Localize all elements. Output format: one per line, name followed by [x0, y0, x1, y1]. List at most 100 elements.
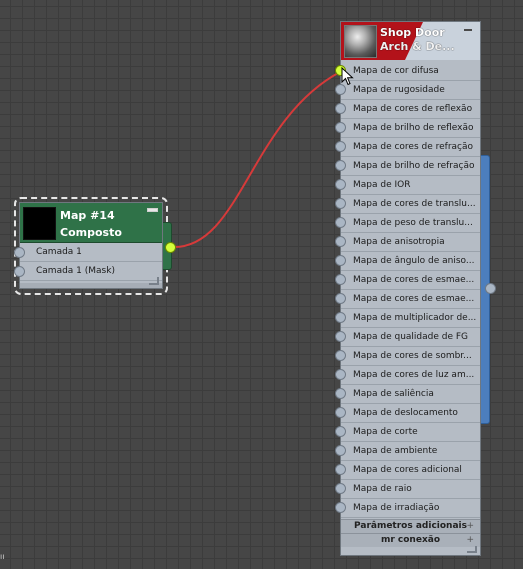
material-slot-label: Mapa de corte: [353, 427, 418, 437]
material-node[interactable]: Shop Door Arch & De... Mapa de cor difus…: [340, 21, 481, 556]
material-input-socket[interactable]: [335, 217, 346, 228]
material-slot[interactable]: Mapa de brilho de reflexão: [341, 119, 480, 138]
map-node-body[interactable]: Map #14 Composto Camada 1 Camada 1 (Mask…: [19, 202, 163, 289]
map-slot[interactable]: Camada 1 (Mask): [20, 262, 162, 281]
material-slot-label: Mapa de cores de luz am...: [353, 370, 475, 380]
material-slot-label: Mapa de raio: [353, 484, 412, 494]
material-node-header[interactable]: Shop Door Arch & De...: [341, 22, 480, 60]
map-title-line1: Map #14: [60, 209, 115, 222]
material-slot-label: Mapa de ambiente: [353, 446, 438, 456]
material-slot[interactable]: Mapa de anisotropia: [341, 233, 480, 252]
map-output-socket[interactable]: [165, 242, 176, 253]
material-input-socket[interactable]: [335, 502, 346, 513]
material-input-socket[interactable]: [335, 483, 346, 494]
material-slot[interactable]: Mapa de cores de refração: [341, 138, 480, 157]
material-slot[interactable]: Mapa de cores de luz am...: [341, 366, 480, 385]
rollout-mr-connection[interactable]: mr conexão +: [341, 533, 480, 547]
material-slot[interactable]: Mapa de deslocamento: [341, 404, 480, 423]
material-slot[interactable]: Mapa de raio: [341, 480, 480, 499]
material-input-socket[interactable]: [335, 388, 346, 399]
material-slot[interactable]: Mapa de corte: [341, 423, 480, 442]
material-slot[interactable]: Mapa de cores adicional: [341, 461, 480, 480]
material-slot-label: Mapa de qualidade de FG: [353, 332, 469, 342]
material-input-socket[interactable]: [335, 445, 346, 456]
material-slot[interactable]: Mapa de cores de esmae...: [341, 290, 480, 309]
material-slot[interactable]: Mapa de rugosidade: [341, 81, 480, 100]
map-slot[interactable]: Camada 1: [20, 243, 162, 262]
resize-grip-icon[interactable]: [467, 546, 477, 553]
material-input-socket[interactable]: [335, 331, 346, 342]
rollout-additional-params[interactable]: Parâmetros adicionais +: [341, 519, 480, 533]
material-input-socket[interactable]: [335, 350, 346, 361]
material-slot-label: Mapa de irradiação: [353, 503, 440, 513]
material-slot[interactable]: Mapa de qualidade de FG: [341, 328, 480, 347]
material-slot[interactable]: Mapa de cores de translu...: [341, 195, 480, 214]
material-slot-label: Mapa de cor difusa: [353, 66, 439, 76]
material-slot-label: Mapa de cores de translu...: [353, 199, 476, 209]
rollout-label: mr conexão: [380, 535, 441, 545]
material-slot-label: Mapa de deslocamento: [353, 408, 458, 418]
material-slot-label: Mapa de cores de esmae...: [353, 294, 475, 304]
material-slot[interactable]: Mapa de irradiação: [341, 499, 480, 518]
material-input-socket[interactable]: [335, 236, 346, 247]
material-slot-label: Mapa de multiplicador de...: [353, 313, 477, 323]
resize-grip-icon[interactable]: [149, 277, 159, 285]
material-slot-label: Mapa de IOR: [353, 180, 411, 190]
material-slot[interactable]: Mapa de cores de sombr...: [341, 347, 480, 366]
corner-mark: ıı: [0, 552, 5, 561]
material-slot[interactable]: Mapa de cores de reflexão: [341, 100, 480, 119]
material-slot-label: Mapa de brilho de reflexão: [353, 123, 474, 133]
material-input-socket[interactable]: [335, 274, 346, 285]
material-slot-label: Mapa de saliência: [353, 389, 434, 399]
map-node-title: Map #14 Composto: [60, 207, 150, 241]
material-slot[interactable]: Mapa de ambiente: [341, 442, 480, 461]
material-slot[interactable]: Mapa de cores de esmae...: [341, 271, 480, 290]
material-slot-label: Mapa de cores de sombr...: [353, 351, 472, 361]
material-input-socket[interactable]: [335, 255, 346, 266]
material-input-socket[interactable]: [335, 312, 346, 323]
material-slot-label: Mapa de anisotropia: [353, 237, 445, 247]
material-input-socket[interactable]: [335, 179, 346, 190]
material-input-socket[interactable]: [335, 293, 346, 304]
material-input-socket[interactable]: [335, 426, 346, 437]
material-input-socket[interactable]: [335, 198, 346, 209]
material-input-socket[interactable]: [335, 407, 346, 418]
material-slot-label: Mapa de ângulo de aniso...: [353, 256, 475, 266]
material-slot-label: Mapa de cores de esmae...: [353, 275, 475, 285]
minimize-button[interactable]: [147, 208, 158, 212]
material-title-line2: Arch & De...: [380, 40, 455, 53]
plus-icon: +: [466, 521, 474, 531]
material-slot-label: Mapa de brilho de refração: [353, 161, 475, 171]
material-slot[interactable]: Mapa de brilho de refração: [341, 157, 480, 176]
material-slot[interactable]: Mapa de cor difusa: [341, 62, 480, 81]
material-input-socket[interactable]: [335, 464, 346, 475]
map-node-footer: [20, 283, 162, 288]
map-node[interactable]: Map #14 Composto Camada 1 Camada 1 (Mask…: [14, 197, 172, 295]
map-slot-label: Camada 1 (Mask): [36, 266, 115, 276]
material-slot-label: Mapa de cores adicional: [353, 465, 462, 475]
mouse-cursor-icon: [341, 67, 354, 86]
rollout-label: Parâmetros adicionais: [354, 521, 467, 531]
material-input-socket[interactable]: [335, 103, 346, 114]
material-slot[interactable]: Mapa de ângulo de aniso...: [341, 252, 480, 271]
map-title-line2: Composto: [60, 226, 122, 239]
material-input-socket[interactable]: [335, 122, 346, 133]
map-thumbnail: [23, 207, 56, 240]
material-input-socket[interactable]: [335, 160, 346, 171]
material-slot[interactable]: Mapa de IOR: [341, 176, 480, 195]
material-output-socket[interactable]: [485, 283, 496, 294]
material-slot[interactable]: Mapa de saliência: [341, 385, 480, 404]
material-input-socket[interactable]: [335, 369, 346, 380]
material-slot-label: Mapa de cores de refração: [353, 142, 474, 152]
material-slot-label: Mapa de peso de translu...: [353, 218, 473, 228]
map-slot-label: Camada 1: [36, 247, 82, 257]
minimize-button[interactable]: [464, 29, 472, 31]
material-sphere-thumbnail: [344, 25, 377, 58]
map-input-socket[interactable]: [14, 247, 25, 258]
material-slot-label: Mapa de cores de reflexão: [353, 104, 473, 114]
material-slot[interactable]: Mapa de multiplicador de...: [341, 309, 480, 328]
material-input-socket[interactable]: [335, 141, 346, 152]
map-node-header[interactable]: Map #14 Composto: [20, 203, 162, 243]
map-input-socket[interactable]: [14, 266, 25, 277]
material-slot[interactable]: Mapa de peso de translu...: [341, 214, 480, 233]
